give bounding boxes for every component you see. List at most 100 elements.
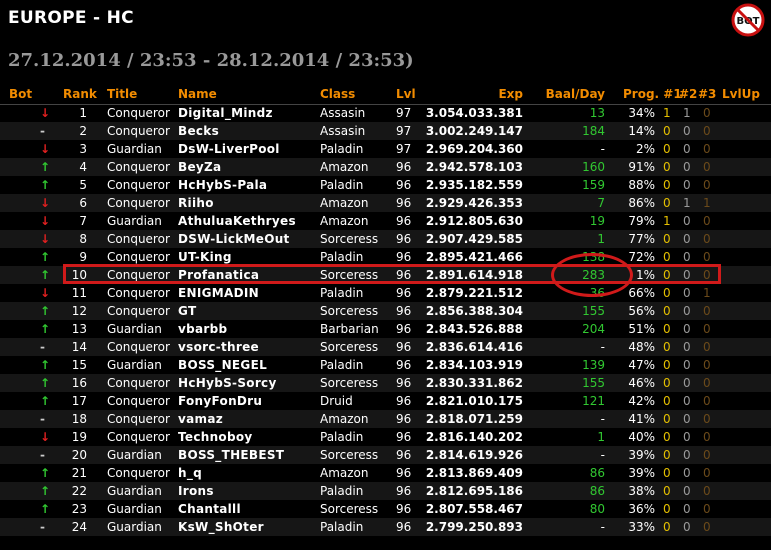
table-row[interactable]: ↓ 19 Conqueror Technoboy Paladin 96 2.816.140.… <box>0 428 771 446</box>
header-lvlup[interactable]: LvlUp <box>722 87 760 101</box>
table-row[interactable]: ↓ 3 Guardian DsW-LiverPool Paladin 97 2.969.20… <box>0 140 771 158</box>
prog2-cell: 0 <box>683 124 691 138</box>
table-row[interactable]: ↑ 5 Conqueror HcHybS-Pala Paladin 96 2.935.182… <box>0 176 771 194</box>
table-row[interactable]: - 24 Guardian KsW_ShOter Paladin 96 2.799.250.… <box>0 518 771 536</box>
rank-cell: 1 <box>79 106 87 120</box>
name-cell[interactable]: DsW-LiverPool <box>178 142 280 156</box>
name-cell[interactable]: FonyFonDru <box>178 394 262 408</box>
progress-cell: 40% <box>628 430 655 444</box>
progress-cell: 56% <box>628 304 655 318</box>
title-cell: Guardian <box>107 484 162 498</box>
name-cell[interactable]: KsW_ShOter <box>178 520 264 534</box>
class-cell: Sorceress <box>320 376 379 390</box>
class-cell: Paladin <box>320 358 364 372</box>
title-cell: Conqueror <box>107 232 170 246</box>
name-cell[interactable]: h_q <box>178 466 202 480</box>
rank-cell: 14 <box>71 340 87 354</box>
table-row[interactable]: ↑ 13 Guardian vbarbb Barbarian 96 2.843.526.88… <box>0 320 771 338</box>
header-bot[interactable]: Bot <box>9 87 32 101</box>
baal-per-day-cell: 121 <box>582 394 605 408</box>
prog2-cell: 0 <box>683 484 691 498</box>
exp-cell: 2.879.221.512 <box>425 286 523 300</box>
name-cell[interactable]: vbarbb <box>178 322 227 336</box>
level-cell: 97 <box>396 106 412 120</box>
level-cell: 96 <box>396 340 412 354</box>
name-cell[interactable]: Irons <box>178 484 214 498</box>
table-row[interactable]: ↓ 1 Conqueror Digital_Mindz Assasin 97 3.054.0… <box>0 104 771 122</box>
name-cell[interactable]: HcHybS-Pala <box>178 178 267 192</box>
name-cell[interactable]: Technoboy <box>178 430 253 444</box>
name-cell[interactable]: UT-King <box>178 250 232 264</box>
header-rank[interactable]: Rank <box>63 87 97 101</box>
baal-per-day-cell: 80 <box>589 502 605 516</box>
highlight-ellipse <box>551 253 633 297</box>
name-cell[interactable]: Chantalll <box>178 502 241 516</box>
header-baal-day[interactable]: Baal/Day <box>546 87 605 101</box>
table-row[interactable]: ↑ 21 Conqueror h_q Amazon 96 2.813.869.409 86 39… <box>0 464 771 482</box>
header-class[interactable]: Class <box>320 87 355 101</box>
name-cell[interactable]: AthuluaKethryes <box>178 214 296 228</box>
baal-per-day-cell: - <box>600 412 605 426</box>
name-cell[interactable]: Digital_Mindz <box>178 106 273 120</box>
table-row[interactable]: ↑ 16 Conqueror HcHybS-Sorcy Sorceress 96 2.830… <box>0 374 771 392</box>
table-row[interactable]: ↑ 15 Guardian BOSS_NEGEL Paladin 96 2.834.103.… <box>0 356 771 374</box>
table-row[interactable]: ↑ 17 Conqueror FonyFonDru Druid 96 2.821.010.1… <box>0 392 771 410</box>
table-row[interactable]: ↓ 11 Conqueror ENIGMADIN Paladin 96 2.879.221.… <box>0 284 771 302</box>
exp-cell: 3.054.033.381 <box>425 106 523 120</box>
rank-cell: 12 <box>71 304 87 318</box>
name-cell[interactable]: BOSS_THEBEST <box>178 448 284 462</box>
trend-arrow-icon: ↑ <box>40 376 51 390</box>
name-cell[interactable]: Riiho <box>178 196 214 210</box>
table-row[interactable]: ↑ 4 Conqueror BeyZa Amazon 96 2.942.578.103 160… <box>0 158 771 176</box>
exp-cell: 2.843.526.888 <box>425 322 523 336</box>
name-cell[interactable]: Becks <box>178 124 219 138</box>
class-cell: Paladin <box>320 520 364 534</box>
header-title[interactable]: Title <box>107 87 137 101</box>
trend-arrow-icon: ↓ <box>40 430 51 444</box>
title-cell: Conqueror <box>107 340 170 354</box>
progress-cell: 34% <box>628 106 655 120</box>
header-prog1[interactable]: Prog. #1 <box>623 87 682 101</box>
progress-cell: 72% <box>628 250 655 264</box>
class-cell: Sorceress <box>320 232 379 246</box>
header-lvl[interactable]: Lvl <box>396 87 416 101</box>
name-cell[interactable]: GT <box>178 304 196 318</box>
table-row[interactable]: - 14 Conqueror vsorc-three Sorceress 96 2.836.… <box>0 338 771 356</box>
table-row[interactable]: - 20 Guardian BOSS_THEBEST Sorceress 96 2.814.… <box>0 446 771 464</box>
name-cell[interactable]: vsorc-three <box>178 340 259 354</box>
exp-cell: 2.834.103.919 <box>425 358 523 372</box>
table-row[interactable]: ↑ 23 Guardian Chantalll Sorceress 96 2.807.558… <box>0 500 771 518</box>
table-row[interactable]: - 2 Conqueror Becks Assasin 97 3.002.249.147 18… <box>0 122 771 140</box>
header-prog3[interactable]: #3 <box>698 87 716 101</box>
table-row[interactable]: ↑ 12 Conqueror GT Sorceress 96 2.856.388.304 15… <box>0 302 771 320</box>
prog2-cell: 0 <box>683 376 691 390</box>
level-cell: 96 <box>396 520 412 534</box>
name-cell[interactable]: BeyZa <box>178 160 221 174</box>
title-cell: Conqueror <box>107 466 170 480</box>
title-cell: Conqueror <box>107 178 170 192</box>
table-row[interactable]: ↑ 22 Guardian Irons Paladin 96 2.812.695.186 86… <box>0 482 771 500</box>
trend-arrow-icon: ↑ <box>40 250 51 264</box>
exp-cell: 2.929.426.353 <box>425 196 523 210</box>
baal-per-day-cell: 19 <box>589 214 605 228</box>
rank-cell: 5 <box>79 178 87 192</box>
rank-cell: 15 <box>71 358 87 372</box>
level-cell: 96 <box>396 412 412 426</box>
progress-cell: 48% <box>628 340 655 354</box>
name-cell[interactable]: BOSS_NEGEL <box>178 358 267 372</box>
name-cell[interactable]: HcHybS-Sorcy <box>178 376 277 390</box>
rank-cell: 11 <box>71 286 87 300</box>
rank-cell: 9 <box>79 250 87 264</box>
table-row[interactable]: ↓ 8 Conqueror DSW-LickMeOut Sorceress 96 2.907… <box>0 230 771 248</box>
level-cell: 96 <box>396 286 412 300</box>
header-prog2[interactable]: #2 <box>679 87 697 101</box>
header-name[interactable]: Name <box>178 87 217 101</box>
table-row[interactable]: ↓ 6 Conqueror Riiho Amazon 96 2.929.426.353 7 86… <box>0 194 771 212</box>
name-cell[interactable]: ENIGMADIN <box>178 286 259 300</box>
table-row[interactable]: - 18 Conqueror vamaz Amazon 96 2.818.071.259 - 4… <box>0 410 771 428</box>
table-row[interactable]: ↓ 7 Guardian AthuluaKethryes Amazon 96 2.912.8… <box>0 212 771 230</box>
name-cell[interactable]: DSW-LickMeOut <box>178 232 290 246</box>
baal-per-day-cell: 1 <box>597 232 605 246</box>
name-cell[interactable]: vamaz <box>178 412 223 426</box>
header-exp[interactable]: Exp <box>498 87 523 101</box>
